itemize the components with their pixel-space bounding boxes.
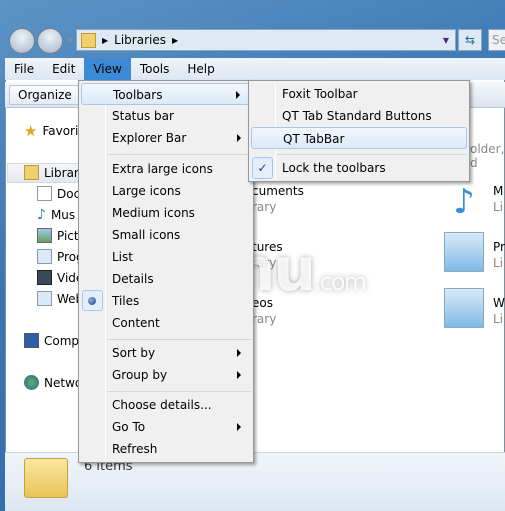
view-menu: Toolbars Status bar Explorer Bar Extra l… [78,80,254,463]
menu-item-go-to[interactable]: Go To [81,416,251,438]
library-description: older, d [470,142,505,170]
menu-item-qt-tabbar[interactable]: QT TabBar [251,127,467,149]
nav-programs[interactable]: Prog [37,249,84,264]
checkmark-icon: ✓ [252,157,273,179]
menu-item-content[interactable]: Content [81,312,251,334]
documents-icon [37,186,52,201]
back-button[interactable] [9,28,35,54]
videos-icon [37,270,52,285]
nav-documents[interactable]: Doc [37,186,80,201]
network-icon [24,375,39,390]
libraries-folder-icon [81,32,96,48]
toolbars-submenu: Foxit Toolbar QT Tab Standard Buttons QT… [248,80,470,182]
address-dropdown-icon[interactable]: ▼ [443,36,449,45]
library-tile[interactable]: PrLib [493,239,505,271]
radio-bullet-icon [88,297,96,305]
nav-libraries[interactable]: Librar [24,165,79,180]
menu-item-choose-details[interactable]: Choose details... [81,394,251,416]
web-library-icon [444,288,484,328]
menu-item-extra-large-icons[interactable]: Extra large icons [81,158,251,180]
nav-pictures[interactable]: Pict [37,228,79,243]
menu-file[interactable]: File [5,58,43,80]
submenu-arrow-icon [237,349,241,357]
breadcrumb-arrow-icon: ▶ [102,35,109,45]
library-tile[interactable]: cuments rary [252,183,304,215]
menu-tools[interactable]: Tools [131,58,179,80]
libraries-icon [24,165,39,180]
breadcrumb-arrow-icon: ▶ [171,35,179,45]
forward-button[interactable] [37,28,63,54]
star-icon: ★ [24,122,38,140]
breadcrumb-libraries[interactable]: Libraries [114,33,166,47]
menu-view[interactable]: View [84,58,131,80]
nav-network[interactable]: Netwo [24,375,82,390]
library-tile[interactable]: MLib [493,183,505,215]
menu-item-qt-tab-standard-buttons[interactable]: QT Tab Standard Buttons [251,105,467,127]
menu-help[interactable]: Help [178,58,223,80]
nav-videos[interactable]: Vide [37,270,83,285]
submenu-arrow-icon [237,134,241,142]
submenu-arrow-icon [236,91,240,99]
menu-item-explorer-bar[interactable]: Explorer Bar [81,127,251,149]
menu-item-tiles[interactable]: Tiles [81,290,251,312]
menu-item-small-icons[interactable]: Small icons [81,224,251,246]
library-tile[interactable]: WLib [493,295,505,327]
recent-pages-dropdown[interactable] [66,38,74,43]
menu-item-sort-by[interactable]: Sort by [81,342,251,364]
address-bar[interactable]: ▶ Libraries ▶ ▼ [76,29,456,51]
nav-computer[interactable]: Comp [24,333,79,348]
music-icon: ♪ [37,207,46,223]
menu-item-details[interactable]: Details [81,268,251,290]
menu-item-medium-icons[interactable]: Medium icons [81,202,251,224]
submenu-arrow-icon [237,371,241,379]
nav-favorites[interactable]: ★ Favori [24,122,78,140]
menu-item-list[interactable]: List [81,246,251,268]
menu-item-lock-toolbars[interactable]: ✓ Lock the toolbars [251,157,467,179]
menu-item-toolbars[interactable]: Toolbars [81,83,251,105]
programs-library-icon [444,232,484,272]
menu-item-foxit-toolbar[interactable]: Foxit Toolbar [251,83,467,105]
menu-item-large-icons[interactable]: Large icons [81,180,251,202]
nav-web[interactable]: Web [37,291,83,306]
programs-icon [37,249,52,264]
nav-music[interactable]: ♪ Mus [37,207,75,223]
menu-edit[interactable]: Edit [43,58,84,80]
computer-icon [24,333,39,348]
organize-button[interactable]: Organize [9,85,81,105]
menu-item-refresh[interactable]: Refresh [81,438,251,460]
refresh-icon[interactable]: ⇆ [458,29,482,51]
music-library-icon: ♪ [453,182,475,222]
menu-item-status-bar[interactable]: Status bar [81,105,251,127]
search-input[interactable]: Se [488,29,505,51]
menu-item-group-by[interactable]: Group by [81,364,251,386]
submenu-arrow-icon [237,423,241,431]
pictures-icon [37,228,52,243]
web-icon [37,291,52,306]
menu-bar: File Edit View Tools Help [5,58,505,80]
libraries-large-icon [24,458,68,498]
